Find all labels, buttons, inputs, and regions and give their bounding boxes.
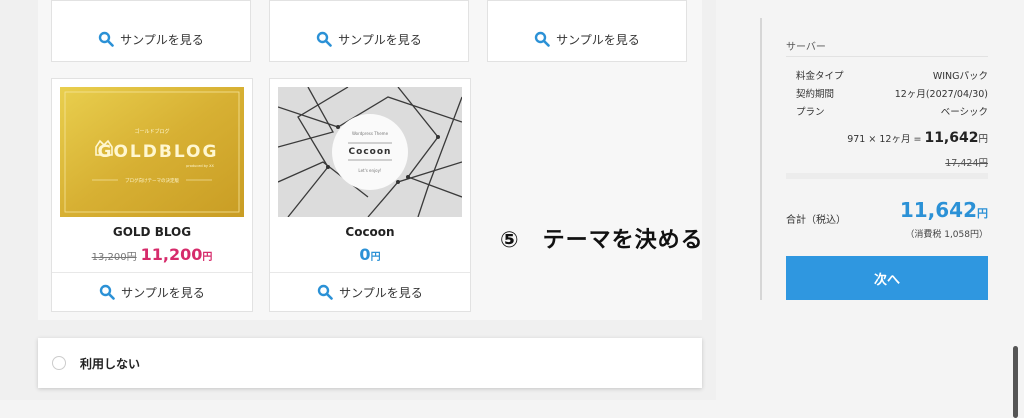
theme-card-goldblog[interactable]: ゴールドブログ GOLDBLOG produced by XX ブログ向けテーマ… <box>51 78 253 312</box>
theme-card-top-1: サンプルを見る <box>51 0 251 62</box>
currency: 円 <box>370 252 381 263</box>
currency: 円 <box>202 252 213 263</box>
sample-button[interactable]: サンプルを見る <box>488 17 686 61</box>
theme-name: GOLD BLOG <box>112 225 192 239</box>
scrollbar-thumb[interactable] <box>1013 346 1018 418</box>
radio-button[interactable] <box>52 356 66 370</box>
sample-label: サンプルを見る <box>338 32 422 47</box>
sample-button[interactable]: サンプルを見る <box>270 272 470 311</box>
calc-yen: 円 <box>978 134 988 145</box>
no-use-option[interactable]: 利用しない <box>38 338 702 388</box>
price-calculation: 971 × 12ヶ月 = 11,642円 <box>847 130 988 146</box>
row-value: 12ヶ月(2027/04/30) <box>894 89 988 100</box>
sample-label: サンプルを見る <box>120 32 204 47</box>
sample-label: サンプルを見る <box>121 285 205 300</box>
tax-note: （消費税 1,058円） <box>905 230 988 240</box>
search-icon <box>534 31 550 47</box>
total-yen: 円 <box>977 207 988 220</box>
goldblog-logo-image: ゴールドブログ GOLDBLOG produced by XX ブログ向けテーマ… <box>60 87 244 217</box>
cocoon-logo-image: Wordpress Theme Cocoon Let's enjoy! <box>278 87 462 217</box>
summary-row-fee-type: 料金タイプ WINGパック <box>796 68 988 82</box>
theme-card-cocoon[interactable]: Wordpress Theme Cocoon Let's enjoy! Coco… <box>269 78 471 312</box>
cocoon-logo-small: Wordpress Theme <box>352 131 389 136</box>
sample-label: サンプルを見る <box>556 32 640 47</box>
sale-price: 11,200 <box>140 245 203 264</box>
goldblog-logo-jp: ゴールドブログ <box>134 128 169 135</box>
goldblog-logo-byline: produced by XX <box>186 164 214 168</box>
theme-card-top-3: サンプルを見る <box>487 0 687 62</box>
search-icon <box>99 284 115 300</box>
sample-label: サンプルを見る <box>339 285 423 300</box>
section-title: サーバー <box>786 42 826 53</box>
row-label: プラン <box>796 107 825 118</box>
goldblog-logo-caption: ブログ向けテーマの決定版 <box>125 177 179 184</box>
search-icon <box>98 31 114 47</box>
row-value: ベーシック <box>940 107 988 118</box>
row-label: 料金タイプ <box>796 71 844 82</box>
goldblog-thumbnail: ゴールドブログ GOLDBLOG produced by XX ブログ向けテーマ… <box>60 87 244 217</box>
row-label: 契約期間 <box>796 89 835 100</box>
total-number: 11,642 <box>899 198 977 222</box>
step-annotation: ⑤ テーマを決める <box>500 228 704 253</box>
row-value: WINGパック <box>932 71 988 82</box>
sample-button[interactable]: サンプルを見る <box>270 17 468 61</box>
next-button[interactable]: 次へ <box>786 256 988 300</box>
summary-row-contract: 契約期間 12ヶ月(2027/04/30) <box>796 86 988 100</box>
summary-row-plan: プラン ベーシック <box>796 104 988 118</box>
theme-card-top-2: サンプルを見る <box>269 0 469 62</box>
goldblog-logo-title: GOLDBLOG <box>98 142 219 162</box>
total-amount: 11,642円 <box>900 198 988 222</box>
cocoon-logo-title: Cocoon <box>349 147 392 157</box>
cocoon-thumbnail: Wordpress Theme Cocoon Let's enjoy! <box>278 87 462 217</box>
theme-price: 13,200円 11,200円 <box>52 245 252 264</box>
sample-button[interactable]: サンプルを見る <box>52 272 252 311</box>
cocoon-logo-sub: Let's enjoy! <box>358 168 381 173</box>
order-summary: サーバー 料金タイプ WINGパック 契約期間 12ヶ月(2027/04/30)… <box>760 18 990 300</box>
theme-name: Cocoon <box>345 225 395 239</box>
calc-formula: 971 × 12ヶ月 = <box>847 134 922 145</box>
price: 0 <box>359 245 371 264</box>
divider <box>786 56 988 57</box>
sample-button[interactable]: サンプルを見る <box>52 17 250 61</box>
search-icon <box>316 31 332 47</box>
no-use-label: 利用しない <box>80 356 141 371</box>
search-icon <box>317 284 333 300</box>
divider-bar <box>786 173 988 179</box>
original-total: 17,424円 <box>945 158 988 169</box>
calc-amount: 11,642 <box>924 130 979 146</box>
original-price: 13,200円 <box>91 252 137 263</box>
total-label: 合計（税込） <box>786 215 846 226</box>
theme-price: 0円 <box>270 245 470 264</box>
